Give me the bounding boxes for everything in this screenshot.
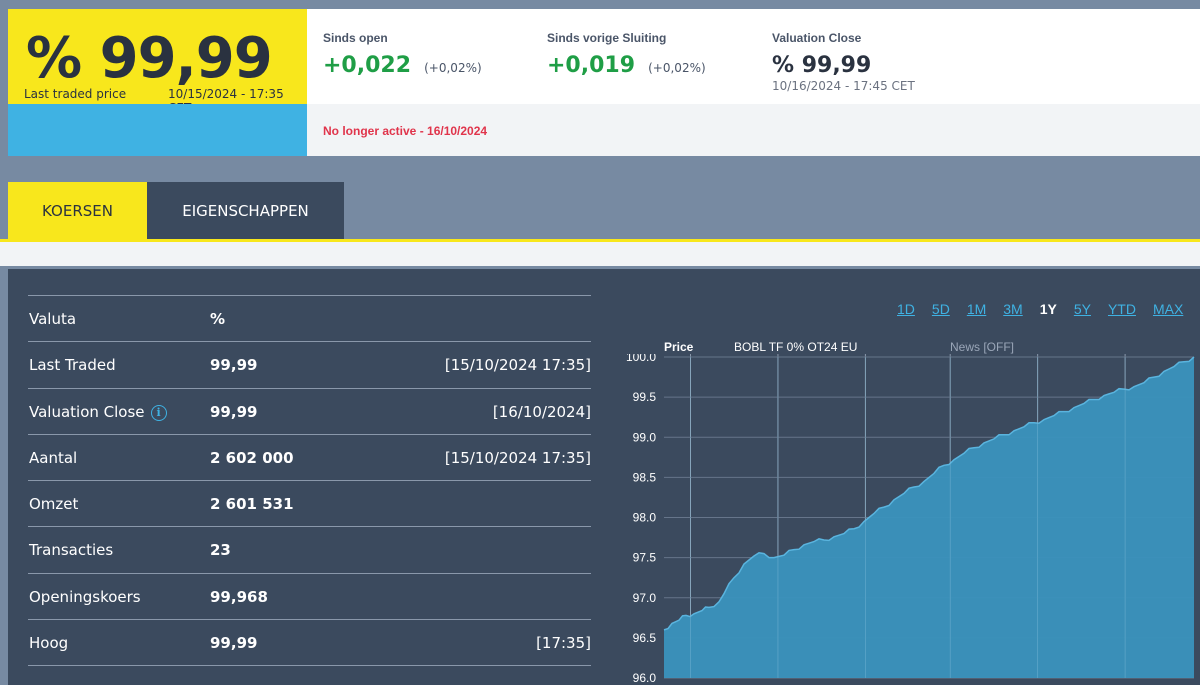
y-tick-label: 99.0 [633,430,657,444]
last-traded-price: % 99,99 [26,26,273,91]
stat-since-open: Sinds open +0,022 (+0,02%) [323,31,482,78]
row-label: Omzet [29,495,79,514]
range-selector: 1D 5D 1M 3M 1Y 5Y YTD MAX [897,301,1200,317]
range-3m[interactable]: 3M [1003,301,1022,317]
row-value: 2 602 000 [210,448,294,467]
row-label: Valuta [29,310,77,328]
range-5d[interactable]: 5D [932,301,950,317]
row-time: [15/10/2024 17:35] [444,448,591,467]
row-value: 99,968 [210,587,268,606]
y-tick-label: 96.5 [633,631,657,645]
table-row: Omzet 2 601 531 [28,480,591,526]
stat-label: Sinds vorige Sluiting [547,31,667,45]
separator-band [0,242,1200,266]
row-label: Openingskoers [29,587,141,606]
last-traded-price-label: Last traded price [24,87,127,101]
table-row: Transacties 23 [28,526,591,572]
info-icon[interactable]: i [150,404,167,421]
tab-eigenschappen[interactable]: EIGENSCHAPPEN [147,182,344,239]
row-value: 23 [210,541,231,560]
row-label: Transacties [29,541,114,560]
stat-value: +0,019 [547,53,636,78]
top-strip [0,0,1200,9]
row-value: % [210,310,226,328]
row-value: 99,99 [210,356,258,375]
range-1y[interactable]: 1Y [1040,301,1057,317]
inactive-status: No longer active - 16/10/2024 [323,124,488,138]
row-label: Hoog [29,634,69,653]
row-value: 99,99 [210,402,258,421]
quote-table: Valuta % Last Traded 99,99 [15/10/2024 1… [28,295,591,685]
table-row: Hoog 99,99 [17:35] [28,619,591,665]
y-tick-label: 96.0 [633,671,657,685]
status-panel: No longer active - 16/10/2024 [307,104,1200,156]
stat-pct: (+0,02%) [424,61,482,75]
stat-pct: (+0,02%) [648,61,706,75]
y-tick-label: 99.5 [633,390,657,404]
y-tick-label: 97.5 [633,551,657,565]
legend-price: Price [664,340,694,354]
table-row: Openingskoers 99,968 [28,572,591,619]
table-row: Last Traded 99,99 [15/10/2024 17:35] [28,341,591,387]
y-tick-label: 100.0 [626,354,656,364]
stat-sub-time: 10/16/2024 - 17:45 CET [772,79,915,93]
range-5y[interactable]: 5Y [1074,301,1091,317]
last-traded-price-box: % 99,99 Last traded price 10/15/2024 - 1… [8,9,307,115]
table-row: Valuation Close i 99,99 [16/10/2024] [28,387,591,434]
row-time: [16/10/2024] [492,402,591,421]
stat-value: % 99,99 [772,53,872,78]
main-panel: Valuta % Last Traded 99,99 [15/10/2024 1… [8,266,1200,685]
stat-value: +0,022 [323,53,412,78]
range-1m[interactable]: 1M [967,301,986,317]
row-time: [17:35] [536,634,591,653]
table-row-partial [28,665,591,685]
row-time: [15/10/2024 17:35] [444,356,591,375]
stat-label: Sinds open [323,31,388,45]
stat-valuation-close: Valuation Close % 99,99 10/16/2024 - 17:… [772,31,915,93]
table-row: Valuta % [28,295,591,341]
row-label: Last Traded [29,356,116,375]
y-tick-label: 97.0 [633,591,657,605]
row-label: Aantal [29,448,78,467]
stats-panel: Sinds open +0,022 (+0,02%) Sinds vorige … [307,9,1200,104]
row-label-wrap: Valuation Close i [29,403,167,421]
range-max[interactable]: MAX [1153,301,1183,317]
y-tick-label: 98.0 [633,511,657,525]
row-label: Valuation Close [29,402,145,421]
row-value: 2 601 531 [210,495,294,514]
range-ytd[interactable]: YTD [1108,301,1136,317]
accent-blue-box [8,104,307,156]
stat-since-previous-close: Sinds vorige Sluiting +0,019 (+0,02%) [547,31,706,78]
price-chart[interactable]: 96.0 96.5 97.0 97.5 98.0 98.5 99.0 99.5 100.0 [604,354,1200,685]
range-1d[interactable]: 1D [897,301,915,317]
table-row: Aantal 2 602 000 [15/10/2024 17:35] [28,433,591,480]
legend-news-toggle[interactable]: News [OFF] [950,340,1014,354]
tab-koersen[interactable]: KOERSEN [8,182,147,239]
stat-label: Valuation Close [772,31,862,45]
row-value: 99,99 [210,634,258,653]
y-tick-label: 98.5 [633,470,657,484]
legend-instrument: BOBL TF 0% OT24 EU [734,340,858,354]
